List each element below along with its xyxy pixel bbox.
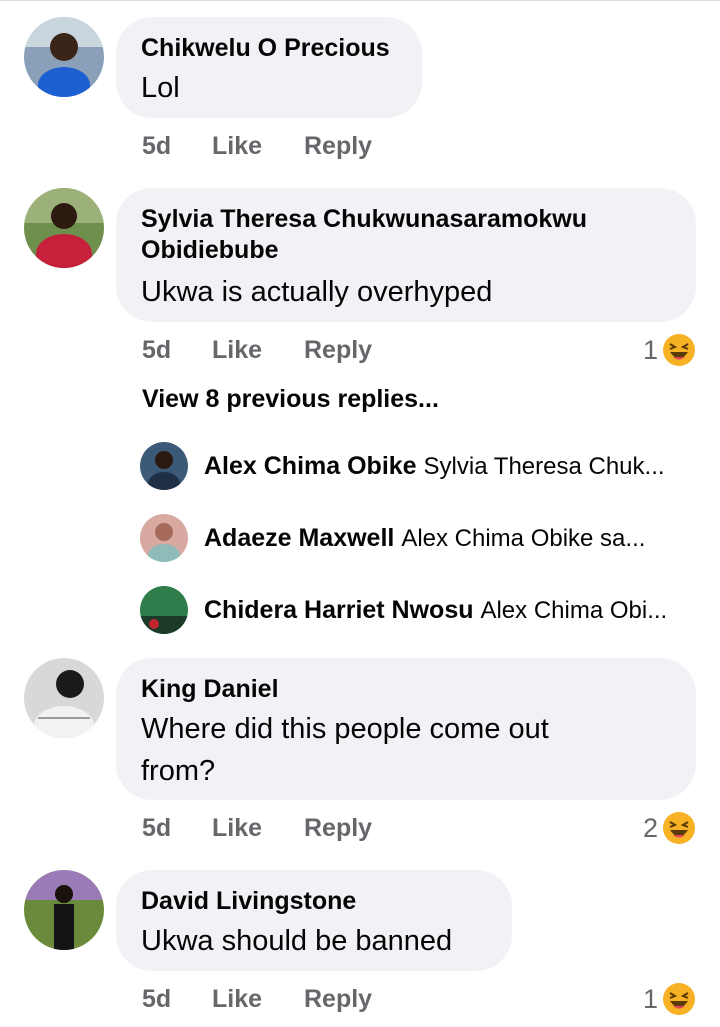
reaction-count: 2	[642, 812, 658, 843]
comment-time[interactable]: 5d	[142, 814, 171, 843]
comment-author-line2: Obidiebube	[141, 236, 279, 264]
reply-preview-row[interactable]: Alex Chima Obike Sylvia Theresa Chuk...	[140, 442, 700, 490]
reaction-summary[interactable]: 1	[643, 982, 696, 1016]
comment-bubble: David Livingstone Ukwa should be banned	[116, 870, 512, 971]
avatar-adaeze[interactable]	[140, 514, 188, 562]
reply-preview-text: Alex Chima Obike sa...	[401, 525, 646, 552]
reaction-summary[interactable]: 2	[643, 811, 696, 845]
avatar-chidera[interactable]	[140, 586, 188, 634]
comment-text: Where did this people come out from?	[141, 708, 549, 792]
comment-author-line1: Sylvia Theresa Chukwunasaramokwu	[141, 205, 588, 233]
laughing-emoji-icon	[663, 334, 695, 366]
reply-preview-row[interactable]: Adaeze Maxwell Alex Chima Obike sa...	[140, 514, 700, 562]
like-button[interactable]: Like	[212, 985, 262, 1014]
reply-button[interactable]: Reply	[304, 985, 372, 1014]
avatar-photo	[24, 188, 104, 268]
avatar-sylvia[interactable]	[24, 188, 104, 268]
comment-author[interactable]: King Daniel	[141, 674, 279, 705]
reply-preview-text: Alex Chima Obi...	[480, 597, 668, 624]
avatar-david[interactable]	[24, 870, 104, 950]
avatar-photo	[24, 870, 104, 950]
comment-text-line2: from?	[141, 755, 216, 787]
comment-time[interactable]: 5d	[142, 985, 171, 1014]
reply-button[interactable]: Reply	[304, 132, 372, 161]
avatar-alex[interactable]	[140, 442, 188, 490]
reply-button[interactable]: Reply	[304, 336, 372, 365]
reply-author[interactable]: Chidera Harriet Nwosu	[204, 596, 474, 624]
comment-time[interactable]: 5d	[142, 336, 171, 365]
avatar-king-daniel[interactable]	[24, 658, 104, 738]
reply-author[interactable]: Alex Chima Obike	[204, 452, 417, 480]
reply-preview-text: Sylvia Theresa Chuk...	[423, 453, 665, 480]
comment-author[interactable]: David Livingstone	[141, 886, 356, 917]
view-previous-replies-link[interactable]: View 8 previous replies...	[142, 385, 439, 414]
reaction-summary[interactable]: 1	[643, 333, 696, 367]
comment-text-line1: Where did this people come out	[141, 713, 549, 745]
comment-time[interactable]: 5d	[142, 132, 171, 161]
reply-author[interactable]: Adaeze Maxwell	[204, 524, 394, 552]
reply-preview-row[interactable]: Chidera Harriet Nwosu Alex Chima Obi...	[140, 586, 700, 634]
comment-author[interactable]: Sylvia Theresa Chukwunasaramokwu Obidieb…	[141, 204, 587, 266]
comment-text: Lol	[141, 72, 180, 104]
reaction-count: 1	[642, 983, 658, 1014]
like-button[interactable]: Like	[212, 814, 262, 843]
avatar-photo	[24, 17, 104, 97]
comment-text: Ukwa should be banned	[141, 925, 453, 957]
comment-author[interactable]: Chikwelu O Precious	[141, 33, 390, 64]
avatar-chikwelu[interactable]	[24, 17, 104, 97]
comment-text: Ukwa is actually overhyped	[141, 276, 493, 308]
comment-bubble: Chikwelu O Precious Lol	[116, 17, 422, 118]
comment-bubble: Sylvia Theresa Chukwunasaramokwu Obidieb…	[116, 188, 696, 322]
like-button[interactable]: Like	[212, 336, 262, 365]
top-divider	[0, 0, 720, 4]
laughing-emoji-icon	[663, 983, 695, 1015]
avatar-photo	[24, 658, 104, 738]
reply-button[interactable]: Reply	[304, 814, 372, 843]
laughing-emoji-icon	[663, 812, 695, 844]
reaction-count: 1	[642, 334, 658, 365]
like-button[interactable]: Like	[212, 132, 262, 161]
comment-bubble: King Daniel Where did this people come o…	[116, 658, 696, 800]
